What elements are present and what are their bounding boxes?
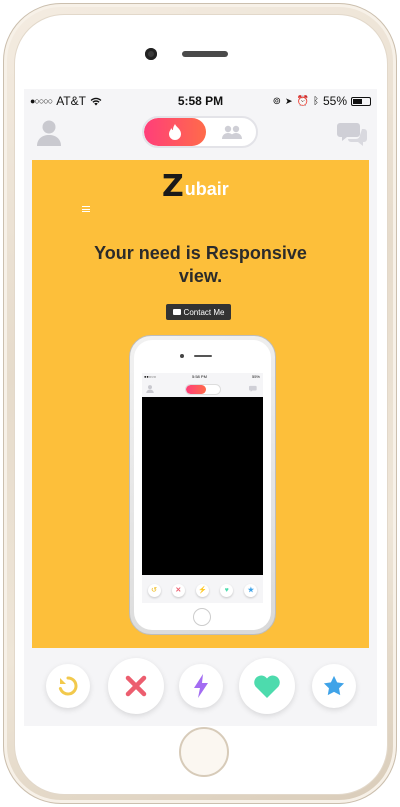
card-headline: Your need is Responsive view. [94,243,307,286]
toggle-social-option[interactable] [208,118,256,146]
mini-toggle [185,384,221,395]
mini-status-bar: ●●○○○ 5:58 PM 55% [142,373,263,381]
profile-card[interactable]: Z ubair Your need is Responsive view. Co… [32,160,369,648]
contact-me-label: Contact Me [183,307,225,317]
status-bar: ●○○○○ AT&T 5:58 PM ⊚ ➤ ⏰ ᛒ 55% [24,89,377,113]
mini-messages-icon [249,385,257,392]
mini-undo-icon: ↺ [147,583,161,597]
action-bar [24,655,377,715]
status-right-group: ⊚ ➤ ⏰ ᛒ 55% [273,94,371,108]
battery-percent: 55% [322,94,347,108]
mini-signal-icon: ●●○○○ [144,374,157,379]
mini-speaker [194,355,212,357]
earpiece-speaker [182,51,228,57]
mini-flame-icon [186,385,206,394]
mini-x-icon: ✕ [171,583,185,597]
mini-battery: 55% [251,374,260,379]
contact-me-button[interactable]: Contact Me [166,304,231,320]
app-screen: ●○○○○ AT&T 5:58 PM ⊚ ➤ ⏰ ᛒ 55% Z ubair Y… [24,89,377,726]
bluetooth-icon: ᛒ [312,95,319,107]
mini-phone-image: ●●○○○ 5:58 PM 55% ↺ ✕ ⚡ ♥ ★ [129,335,276,635]
flame-icon [169,124,181,140]
nope-button[interactable] [108,658,164,714]
logo-text: ubair [184,179,229,199]
group-icon [222,125,242,139]
heart-icon [254,675,280,698]
like-button[interactable] [239,658,295,714]
alarm-icon: ⏰ [296,95,309,107]
rotation-lock-icon: ⊚ [272,95,281,107]
profile-icon[interactable] [36,119,62,147]
mini-action-bar: ↺ ✕ ⚡ ♥ ★ [142,581,263,599]
rewind-button[interactable] [46,664,90,708]
super-like-button[interactable] [312,664,356,708]
battery-icon [351,96,371,106]
home-button[interactable] [179,727,229,777]
location-icon: ➤ [284,95,293,106]
mini-screen: ●●○○○ 5:58 PM 55% ↺ ✕ ⚡ ♥ ★ [142,373,263,603]
brand-logo: Z ubair [162,172,229,202]
menu-icon[interactable] [82,206,90,212]
mini-status-time: 5:58 PM [192,374,207,379]
logo-letter: Z [162,169,184,204]
discover-toggle[interactable] [142,116,258,148]
mini-phone-face: ●●○○○ 5:58 PM 55% ↺ ✕ ⚡ ♥ ★ [134,340,271,630]
mini-profile-icon [146,385,154,393]
mini-star-icon: ★ [244,583,258,597]
mini-top-bar [142,381,263,397]
mail-icon [172,309,181,315]
mini-black-screen [142,397,263,575]
boost-button[interactable] [179,664,223,708]
mini-lightning-icon: ⚡ [195,583,209,597]
mini-camera [180,354,184,358]
mini-heart-icon: ♥ [220,583,234,597]
messages-icon[interactable] [337,121,367,147]
front-camera [145,48,157,60]
mini-home-button [193,608,211,626]
star-icon [323,675,345,696]
x-icon [125,675,147,697]
toggle-flame-option[interactable] [144,118,206,146]
lightning-icon [194,674,208,698]
undo-icon [58,676,78,696]
app-top-bar [24,113,377,153]
